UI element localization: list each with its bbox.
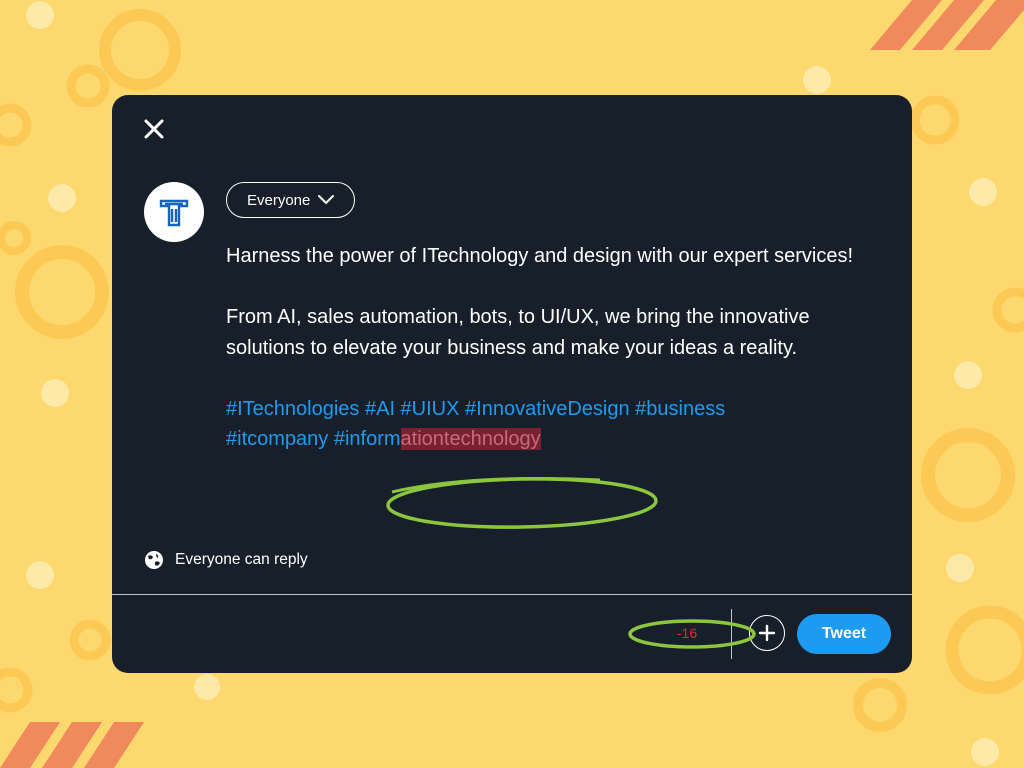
hashtags-line: #itcompany #informationtechnology: [226, 424, 876, 455]
tweet-composer-dialog: Everyone Harness the power of ITechnolog…: [112, 95, 912, 673]
audience-label: Everyone: [247, 191, 311, 209]
close-icon: [144, 119, 164, 139]
add-tweet-button[interactable]: [749, 615, 785, 651]
tweet-button[interactable]: Tweet: [797, 614, 891, 654]
toolbar-separator: [731, 609, 732, 659]
reply-settings-label: Everyone can reply: [175, 551, 308, 568]
audience-selector[interactable]: Everyone: [226, 182, 356, 218]
tweet-paragraph: Harness the power of ITechnology and des…: [226, 245, 854, 267]
hashtags-line: #ITechnologies #AI #UIUX #InnovativeDesi…: [226, 397, 726, 420]
globe-icon: [145, 551, 163, 569]
tweet-paragraph: From AI, sales automation, bots, to UI/U…: [226, 306, 810, 359]
t-logo-icon: [159, 199, 189, 227]
reply-settings-button[interactable]: Everyone can reply: [144, 550, 308, 570]
character-counter: -16: [676, 625, 698, 641]
hashtags-within-limit: #itcompany #inform: [226, 428, 401, 450]
plus-icon: [758, 624, 776, 642]
tweet-text-input[interactable]: Harness the power of ITechnology and des…: [226, 241, 876, 455]
divider: [112, 594, 912, 595]
avatar[interactable]: [144, 182, 204, 242]
close-button[interactable]: [142, 117, 166, 141]
chevron-down-icon: [318, 195, 335, 205]
over-limit-text: ationtechnology: [400, 428, 541, 450]
